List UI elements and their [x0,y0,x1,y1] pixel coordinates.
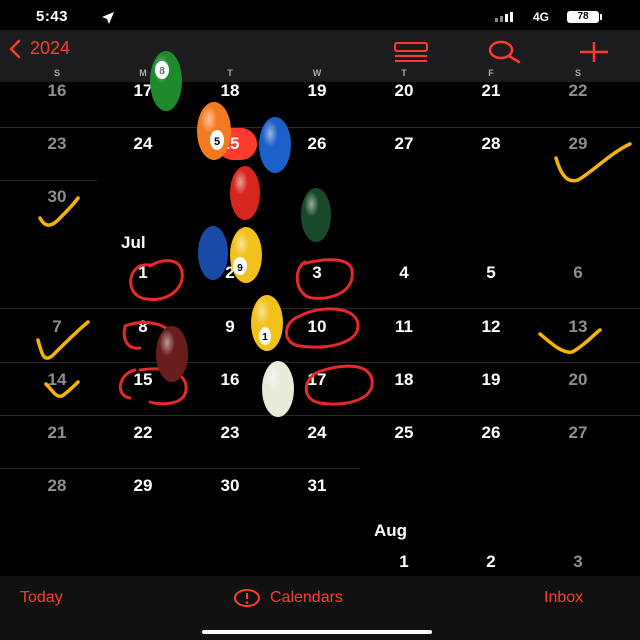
day-cell[interactable]: 15 [113,370,173,390]
day-cell[interactable]: 21 [461,81,521,101]
day-cell[interactable]: 31 [287,476,347,496]
day-cell[interactable]: 19 [461,370,521,390]
month-label-aug: Aug [374,521,408,540]
day-cell[interactable]: 11 [374,317,434,337]
day-cell[interactable]: 18 [374,370,434,390]
weekday-label: T [227,68,233,78]
day-cell[interactable]: 14 [27,370,87,390]
day-cell[interactable]: 26 [287,134,347,154]
day-cell[interactable]: 23 [27,134,87,154]
divider [0,468,360,469]
divider [0,308,640,309]
day-cell[interactable]: 1 [113,263,173,283]
day-cell[interactable]: 30 [200,476,260,496]
day-cell[interactable]: 30 [27,187,87,207]
status-time: 5:43 [36,8,69,25]
day-cell[interactable]: 20 [548,370,608,390]
day-cell[interactable]: 22 [113,423,173,443]
weekday-label: S [53,68,60,78]
day-cell[interactable]: 26 [461,423,521,443]
day-cell[interactable]: 3 [287,263,347,283]
weekday-label: M [139,68,147,78]
alert-circle-icon [234,589,260,607]
back-button[interactable]: 2024 [8,38,70,59]
divider [0,362,640,363]
day-cell[interactable]: 3 [548,552,608,572]
day-cell[interactable]: 27 [374,134,434,154]
day-cell[interactable]: 22 [548,81,608,101]
day-cell[interactable]: 24 [113,134,173,154]
day-cell[interactable]: 8 [113,317,173,337]
day-cell[interactable]: 18 [200,81,260,101]
calendars-label: Calendars [270,589,343,606]
day-cell[interactable]: 1 [374,552,434,572]
divider [0,415,640,416]
month-label-jul: Jul [121,233,146,252]
battery-icon: 78 [567,11,599,23]
day-cell[interactable]: 17 [287,370,347,390]
weekday-label: T [401,68,407,78]
signal-icon [495,12,513,22]
day-cell[interactable]: 28 [461,134,521,154]
day-cell[interactable]: 20 [374,81,434,101]
day-cell[interactable]: 28 [27,476,87,496]
network-type: 4G [533,10,550,24]
back-label: 2024 [30,38,71,58]
day-cell[interactable]: 16 [27,81,87,101]
day-cell[interactable]: 29 [548,134,608,154]
divider [0,180,97,181]
svg-text:1: 1 [262,332,268,343]
day-cell[interactable]: 25 [374,423,434,443]
divider [0,127,640,128]
weekday-label: W [312,68,322,78]
day-cell[interactable]: 9 [200,317,260,337]
day-cell[interactable]: 2 [461,552,521,572]
day-cell[interactable]: 25 [200,134,260,154]
weekday-header: S M T W T F S [0,68,640,82]
day-cell[interactable]: 29 [113,476,173,496]
home-indicator[interactable] [202,630,432,634]
day-cell[interactable]: 16 [200,370,260,390]
list-view-icon[interactable] [393,40,429,64]
location-arrow-icon [102,12,114,24]
day-cell[interactable]: 2 [200,263,260,283]
inbox-button[interactable]: Inbox [544,589,583,607]
day-cell[interactable]: 4 [374,263,434,283]
day-cell[interactable]: 27 [548,423,608,443]
day-cell[interactable]: 12 [461,317,521,337]
day-cell[interactable]: 5 [461,263,521,283]
day-cell[interactable]: 21 [27,423,87,443]
weekday-label: S [574,68,581,78]
weekday-label: F [488,68,494,78]
day-cell[interactable]: 19 [287,81,347,101]
day-cell[interactable]: 24 [287,423,347,443]
battery-tip [600,14,602,20]
search-icon[interactable] [486,40,522,64]
day-cell[interactable]: 7 [27,317,87,337]
billiard-ball-red [230,166,260,220]
day-cell[interactable]: 17 [113,81,173,101]
calendars-button[interactable]: Calendars [234,589,343,607]
add-icon[interactable] [578,40,610,64]
today-button[interactable]: Today [20,589,63,607]
billiard-ball-green [301,188,331,242]
day-cell[interactable]: 6 [548,263,608,283]
chevron-left-icon [9,39,21,58]
day-cell[interactable]: 13 [548,317,608,337]
day-cell[interactable]: 10 [287,317,347,337]
day-cell[interactable]: 23 [200,423,260,443]
